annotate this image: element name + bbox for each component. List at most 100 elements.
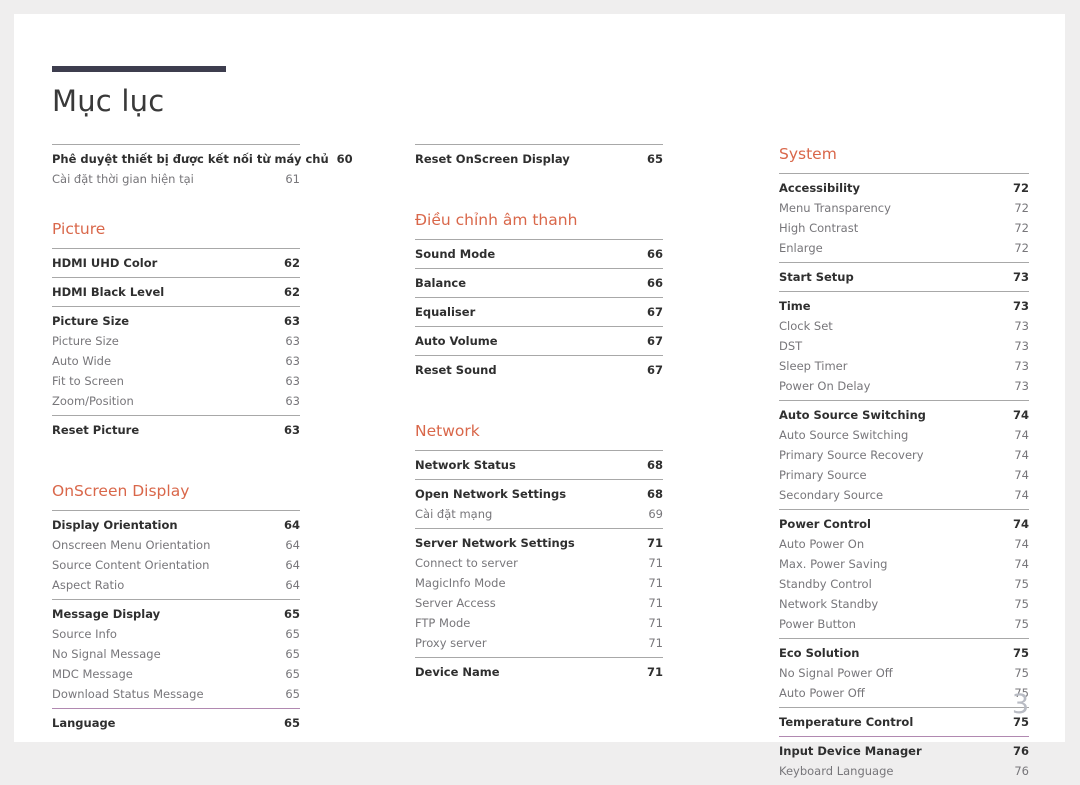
toc-entry[interactable]: Auto Power On 74	[779, 534, 1029, 554]
toc-entry[interactable]: Network Status 68	[415, 455, 663, 475]
toc-entry[interactable]: High Contrast 72	[779, 218, 1029, 238]
toc-entry[interactable]: Connect to server 71	[415, 553, 663, 573]
toc-entry[interactable]: Sleep Timer 73	[779, 356, 1029, 376]
toc-group: Auto Source Switching 74 Auto Source Switc…	[779, 400, 1029, 509]
toc-entry[interactable]: Zoom/Position 63	[52, 391, 300, 411]
toc-entry[interactable]: Secondary Source 74	[779, 485, 1029, 505]
toc-entry-label: Accessibility	[779, 180, 861, 195]
toc-entry-page: 61	[285, 171, 300, 186]
toc-entry[interactable]: Source Content Orientation 64	[52, 555, 300, 575]
toc-entry[interactable]: MDC Message 65	[52, 664, 300, 684]
toc-entry[interactable]: DST 73	[779, 336, 1029, 356]
toc-entry[interactable]: Picture Size 63	[52, 331, 300, 351]
toc-entry[interactable]: Network Standby 75	[779, 594, 1029, 614]
toc-entry[interactable]: Temperature Control 75	[779, 712, 1029, 732]
toc-group: Server Network Settings 71 Connect to serv…	[415, 528, 663, 657]
toc-entry-label: DST	[779, 338, 803, 353]
toc-entry[interactable]: Auto Power Off 75	[779, 683, 1029, 703]
toc-entry[interactable]: Eco Solution 75	[779, 643, 1029, 663]
toc-entry[interactable]: Server Network Settings 71	[415, 533, 663, 553]
toc-entry[interactable]: Keyboard Language 76	[779, 761, 1029, 781]
toc-entry[interactable]: Message Display 65	[52, 604, 300, 624]
toc-entry[interactable]: Power Control 74	[779, 514, 1029, 534]
toc-entry[interactable]: Equaliser 67	[415, 302, 663, 322]
toc-entry-page: 75	[1014, 596, 1029, 611]
toc-entry[interactable]: Proxy server 71	[415, 633, 663, 653]
toc-entry-label: Source Info	[52, 626, 117, 641]
toc-entry-page: 72	[1012, 180, 1029, 195]
toc-entry[interactable]: Menu Transparency 72	[779, 198, 1029, 218]
title-rule	[52, 66, 226, 72]
toc-entry[interactable]: Primary Source Recovery 74	[779, 445, 1029, 465]
toc-column-3: System Accessibility 72 Menu Transparency 72…	[779, 144, 1029, 785]
toc-entry-page: 68	[646, 486, 663, 501]
toc-entry-page: 72	[1014, 220, 1029, 235]
toc-entry-label: Cài đặt mạng	[415, 506, 493, 521]
toc-entry-label: Reset Sound	[415, 362, 497, 377]
toc-entry[interactable]: Language 65	[52, 713, 300, 733]
toc-entry[interactable]: Power On Delay 73	[779, 376, 1029, 396]
toc-group: Start Setup 73	[779, 262, 1029, 291]
toc-entry[interactable]: Time 73	[779, 296, 1029, 316]
toc-entry[interactable]: Reset OnScreen Display 65	[415, 149, 663, 169]
toc-entry-page: 62	[283, 284, 300, 299]
toc-entry-label: Reset Picture	[52, 422, 140, 437]
toc-entry-page: 74	[1014, 536, 1029, 551]
section-heading: OnScreen Display	[52, 482, 190, 500]
toc-entry[interactable]: Auto Volume 67	[415, 331, 663, 351]
toc-entry[interactable]: Source Info 65	[52, 624, 300, 644]
toc-entry[interactable]: Standby Control 75	[779, 574, 1029, 594]
toc-entry[interactable]: Accessibility 72	[779, 178, 1029, 198]
toc-entry[interactable]: Primary Source 74	[779, 465, 1029, 485]
toc-entry[interactable]: Display Orientation 64	[52, 515, 300, 535]
toc-entry[interactable]: MagicInfo Mode 71	[415, 573, 663, 593]
toc-entry[interactable]: Balance 66	[415, 273, 663, 293]
toc-entry-page: 64	[285, 537, 300, 552]
toc-entry[interactable]: Clock Set 73	[779, 316, 1029, 336]
toc-entry-page: 74	[1014, 427, 1029, 442]
toc-entry[interactable]: Cài đặt mạng 69	[415, 504, 663, 524]
toc-entry[interactable]: Phê duyệt thiết bị được kết nối từ máy c…	[52, 149, 353, 169]
toc-entry-label: Menu Transparency	[779, 200, 891, 215]
toc-entry[interactable]: Auto Wide 63	[52, 351, 300, 371]
toc-group: HDMI Black Level 62	[52, 277, 300, 306]
toc-entry[interactable]: Reset Picture 63	[52, 420, 300, 440]
toc-entry-label: MagicInfo Mode	[415, 575, 506, 590]
toc-entry[interactable]: Server Access 71	[415, 593, 663, 613]
toc-entry[interactable]: Start Setup 73	[779, 267, 1029, 287]
toc-entry[interactable]: HDMI Black Level 62	[52, 282, 300, 302]
toc-entry[interactable]: Device Name 71	[415, 662, 663, 682]
toc-entry-page: 65	[285, 626, 300, 641]
toc-entry[interactable]: Auto Source Switching 74	[779, 405, 1029, 425]
toc-entry-label: Server Network Settings	[415, 535, 575, 550]
toc-entry-page: 74	[1014, 467, 1029, 482]
toc-group: Auto Volume 67	[415, 326, 663, 355]
toc-entry[interactable]: Fit to Screen 63	[52, 371, 300, 391]
toc-entry-label: Power Button	[779, 616, 856, 631]
toc-entry[interactable]: Onscreen Menu Orientation 64	[52, 535, 300, 555]
toc-entry-label: Eco Solution	[779, 645, 860, 660]
toc-entry-page: 75	[1014, 616, 1029, 631]
toc-entry-page: 65	[285, 646, 300, 661]
toc-entry[interactable]: Sound Mode 66	[415, 244, 663, 264]
toc-entry[interactable]: Aspect Ratio 64	[52, 575, 300, 595]
toc-entry[interactable]: Download Status Message 65	[52, 684, 300, 704]
toc-entry[interactable]: FTP Mode 71	[415, 613, 663, 633]
toc-entry[interactable]: No Signal Power Off 75	[779, 663, 1029, 683]
section-heading: Picture	[52, 220, 106, 238]
toc-entry[interactable]: No Signal Message 65	[52, 644, 300, 664]
toc-entry[interactable]: Picture Size 63	[52, 311, 300, 331]
toc-entry[interactable]: Power Button 75	[779, 614, 1029, 634]
toc-entry[interactable]: Open Network Settings 68	[415, 484, 663, 504]
toc-entry[interactable]: HDMI UHD Color 62	[52, 253, 300, 273]
toc-entry[interactable]: Input Device Manager 76	[779, 741, 1029, 761]
toc-entry-page: 76	[1012, 743, 1029, 758]
toc-entry[interactable]: Max. Power Saving 74	[779, 554, 1029, 574]
toc-group: Input Device Manager 76 Keyboard Language 7…	[779, 736, 1029, 785]
toc-entry[interactable]: Auto Source Switching 74	[779, 425, 1029, 445]
toc-entry[interactable]: Reset Sound 67	[415, 360, 663, 380]
toc-entry[interactable]: Cài đặt thời gian hiện tại 61	[52, 169, 300, 189]
toc-entry[interactable]: Enlarge 72	[779, 238, 1029, 258]
toc-entry-label: Reset OnScreen Display	[415, 151, 570, 166]
toc-entry-label: Primary Source Recovery	[779, 447, 924, 462]
